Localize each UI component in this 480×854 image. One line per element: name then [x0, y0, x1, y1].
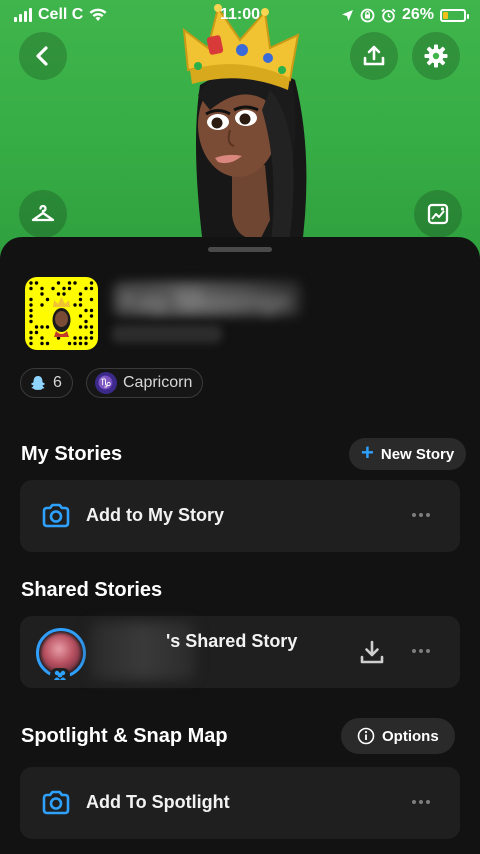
status-left: Cell C	[14, 6, 107, 24]
snapstreak-chip[interactable]: 6	[20, 368, 73, 398]
info-icon	[357, 727, 375, 745]
bitmoji-avatar[interactable]	[170, 0, 330, 260]
upload-icon	[363, 45, 385, 66]
display-name: Kay Nkosinge	[120, 285, 292, 315]
ghost-icon	[31, 376, 45, 390]
new-story-label: New Story	[380, 445, 455, 463]
alarm-icon	[381, 8, 396, 22]
wardrobe-button[interactable]	[19, 190, 67, 238]
group-badge-icon	[50, 668, 70, 682]
spotlight-options-button[interactable]: Options	[341, 718, 455, 754]
hanger-icon	[31, 204, 55, 222]
shared-story-card[interactable]: 's Shared Story	[20, 616, 460, 688]
add-to-my-story-label: Add to My Story	[86, 505, 224, 525]
more-options-icon[interactable]	[412, 794, 436, 810]
download-icon[interactable]	[358, 638, 386, 666]
share-profile-button[interactable]	[350, 32, 398, 80]
sheet-grabber[interactable]	[208, 247, 272, 252]
shared-stories-title: Shared Stories	[21, 579, 163, 601]
image-icon	[427, 203, 449, 225]
profile-header: Cell C 11:00 26%	[0, 0, 480, 260]
shared-story-label: 's Shared Story	[166, 631, 298, 651]
add-to-spotlight-card[interactable]: Add To Spotlight	[20, 767, 460, 839]
background-picker-button[interactable]	[414, 190, 462, 238]
rotation-lock-icon	[360, 8, 375, 22]
snapcode[interactable]	[25, 277, 98, 350]
zodiac-label: Capricorn	[123, 374, 193, 391]
battery-percent: 26%	[401, 6, 434, 23]
more-options-icon[interactable]	[412, 643, 436, 659]
status-right: 26%	[341, 6, 469, 24]
settings-button[interactable]	[412, 32, 460, 80]
add-to-spotlight-label: Add To Spotlight	[86, 792, 230, 812]
more-options-icon[interactable]	[412, 507, 436, 523]
chevron-left-icon	[36, 46, 48, 66]
signal-icon	[14, 8, 32, 22]
carrier-label: Cell C	[38, 6, 84, 23]
zodiac-chip[interactable]: ♑ Capricorn	[86, 368, 204, 398]
wifi-icon	[89, 8, 107, 21]
my-stories-title: My Stories	[21, 443, 123, 465]
options-label: Options	[382, 727, 439, 745]
snapstreak-count: 6	[53, 374, 62, 391]
gear-icon	[424, 44, 448, 68]
back-button[interactable]	[19, 32, 67, 80]
location-arrow-icon	[341, 9, 353, 21]
capricorn-icon: ♑	[95, 372, 117, 394]
plus-icon: +	[361, 440, 374, 465]
camera-icon	[42, 503, 70, 528]
camera-icon	[42, 790, 70, 815]
status-bar: Cell C 11:00 26%	[0, 0, 480, 30]
spotlight-title: Spotlight & Snap Map	[21, 725, 228, 747]
new-story-button[interactable]: + New Story	[349, 438, 467, 470]
username-redacted	[112, 325, 222, 343]
battery-icon	[440, 8, 469, 22]
add-to-my-story-card[interactable]: Add to My Story	[20, 480, 460, 552]
snapcode-pattern	[29, 281, 94, 346]
profile-sheet: Kay Nkosinge 6 ♑ Capricorn My Stories + …	[0, 237, 480, 854]
